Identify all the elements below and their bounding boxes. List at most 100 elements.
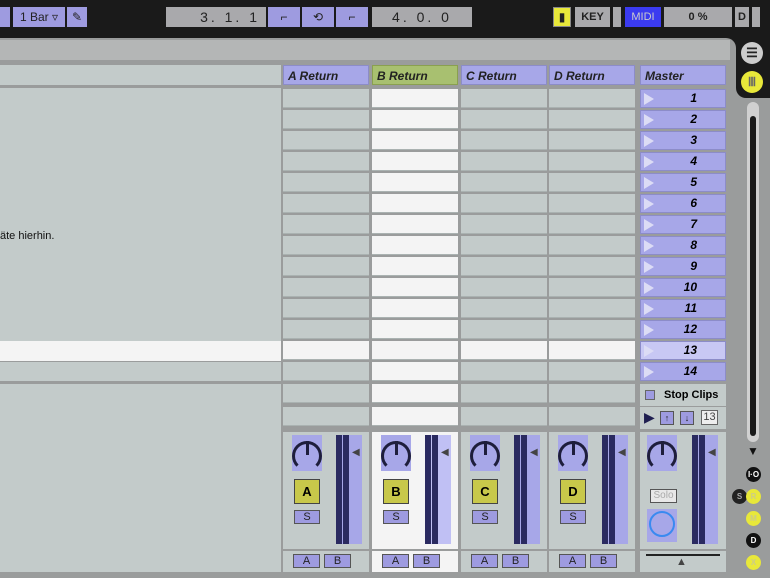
clip-slot[interactable]: [461, 152, 547, 171]
clip-slot[interactable]: [283, 236, 369, 255]
clip-slot[interactable]: [372, 194, 458, 213]
quantize-select[interactable]: 1 Bar ▿: [13, 7, 65, 27]
piano-icon[interactable]: ▮: [553, 7, 571, 27]
send-a-button[interactable]: A: [471, 554, 498, 568]
send-a-button[interactable]: A: [382, 554, 409, 568]
solo-button[interactable]: S: [294, 510, 320, 524]
return-header[interactable]: D Return: [549, 65, 635, 85]
clip-slot[interactable]: [549, 131, 635, 150]
scene-launch[interactable]: 9: [640, 257, 726, 276]
clip-slot[interactable]: [283, 110, 369, 129]
clip-slot[interactable]: [549, 194, 635, 213]
clip-slot[interactable]: [372, 89, 458, 108]
clip-slot[interactable]: [372, 278, 458, 297]
clip-slot[interactable]: [283, 257, 369, 276]
send-a-button[interactable]: A: [559, 554, 586, 568]
clip-slot[interactable]: [283, 299, 369, 318]
io-toggle[interactable]: I·O: [746, 467, 761, 482]
clip-slot[interactable]: [283, 320, 369, 339]
arrangement-position[interactable]: 3. 1. 1: [166, 7, 266, 27]
clip-slot[interactable]: [549, 89, 635, 108]
solo-button[interactable]: S: [472, 510, 498, 524]
clip-slot[interactable]: [283, 215, 369, 234]
scene-launch[interactable]: 5: [640, 173, 726, 192]
clip-slot[interactable]: [372, 362, 458, 381]
clip-slot[interactable]: [461, 257, 547, 276]
master-pan-knob[interactable]: [647, 441, 677, 471]
scene-number[interactable]: 13: [701, 410, 718, 425]
clip-slot[interactable]: [461, 320, 547, 339]
return-header[interactable]: C Return: [461, 65, 547, 85]
scene-launch[interactable]: 10: [640, 278, 726, 297]
send-b-button[interactable]: B: [324, 554, 351, 568]
scene-launch[interactable]: 2: [640, 110, 726, 129]
clip-slot[interactable]: [549, 173, 635, 192]
mixer-toggle[interactable]: M: [746, 511, 761, 526]
clip-slot[interactable]: [372, 320, 458, 339]
session-view-icon[interactable]: Ⅲ: [741, 71, 763, 93]
sends-toggle[interactable]: S: [732, 489, 747, 504]
scene-launch[interactable]: 6: [640, 194, 726, 213]
clip-slot[interactable]: [283, 341, 369, 360]
scene-up-icon[interactable]: ↑: [660, 411, 674, 425]
midi-map-button[interactable]: MIDI: [625, 7, 661, 27]
track-activator[interactable]: B: [383, 479, 409, 504]
clip-slot[interactable]: [549, 384, 635, 403]
clip-slot[interactable]: [549, 407, 635, 426]
punch-in-icon[interactable]: ⌐: [268, 7, 300, 27]
crossfader[interactable]: ▲: [640, 551, 726, 572]
pan-knob[interactable]: [292, 441, 322, 471]
stop-clips-button[interactable]: Stop Clips: [640, 384, 726, 406]
scene-launch[interactable]: 1: [640, 89, 726, 108]
clip-slot[interactable]: [372, 407, 458, 426]
loop-icon[interactable]: ⟲: [302, 7, 334, 27]
menu-icon[interactable]: ☰: [741, 42, 763, 64]
pencil-icon[interactable]: ✎: [67, 7, 87, 27]
return-header[interactable]: B Return: [372, 65, 458, 85]
scene-launch[interactable]: 13: [640, 341, 726, 360]
punch-out-icon[interactable]: ⌐: [336, 7, 368, 27]
send-b-button[interactable]: B: [413, 554, 440, 568]
clip-slot[interactable]: [549, 215, 635, 234]
return-header[interactable]: A Return: [283, 65, 369, 85]
returns-toggle[interactable]: R: [746, 489, 761, 504]
clip-slot[interactable]: [461, 299, 547, 318]
clip-slot[interactable]: [283, 89, 369, 108]
clip-slot[interactable]: [549, 152, 635, 171]
clip-slot[interactable]: [372, 236, 458, 255]
clip-slot[interactable]: [283, 362, 369, 381]
clip-slot[interactable]: [461, 173, 547, 192]
clip-slot[interactable]: [372, 341, 458, 360]
clip-slot[interactable]: [549, 110, 635, 129]
clip-slot[interactable]: [372, 215, 458, 234]
clip-slot[interactable]: [549, 236, 635, 255]
clip-slot[interactable]: [283, 384, 369, 403]
send-b-button[interactable]: B: [590, 554, 617, 568]
clip-slot[interactable]: [549, 257, 635, 276]
key-map-button[interactable]: KEY: [575, 7, 610, 27]
scene-launch[interactable]: 7: [640, 215, 726, 234]
clip-slot[interactable]: [372, 173, 458, 192]
send-b-button[interactable]: B: [502, 554, 529, 568]
clip-slot[interactable]: [461, 215, 547, 234]
track-activator[interactable]: C: [472, 479, 498, 504]
clip-slot[interactable]: [372, 257, 458, 276]
clip-slot[interactable]: [461, 278, 547, 297]
clip-slot[interactable]: [549, 341, 635, 360]
clip-slot[interactable]: [283, 131, 369, 150]
clip-slot[interactable]: [283, 407, 369, 426]
clip-slot[interactable]: [461, 236, 547, 255]
loop-length[interactable]: 4. 0. 0: [372, 7, 472, 27]
clip-slot[interactable]: [461, 110, 547, 129]
volume-fader[interactable]: ◀: [425, 435, 451, 544]
clip-slot[interactable]: [283, 194, 369, 213]
collapse-icon[interactable]: ▼: [747, 444, 759, 458]
cue-volume[interactable]: [647, 509, 677, 542]
scrollbar[interactable]: [747, 102, 759, 442]
scene-launch[interactable]: 12: [640, 320, 726, 339]
clip-slot[interactable]: [372, 110, 458, 129]
delay-toggle[interactable]: D: [746, 533, 761, 548]
master-volume-fader[interactable]: ◀: [692, 435, 718, 544]
clip-slot[interactable]: [372, 299, 458, 318]
solo-button[interactable]: S: [560, 510, 586, 524]
